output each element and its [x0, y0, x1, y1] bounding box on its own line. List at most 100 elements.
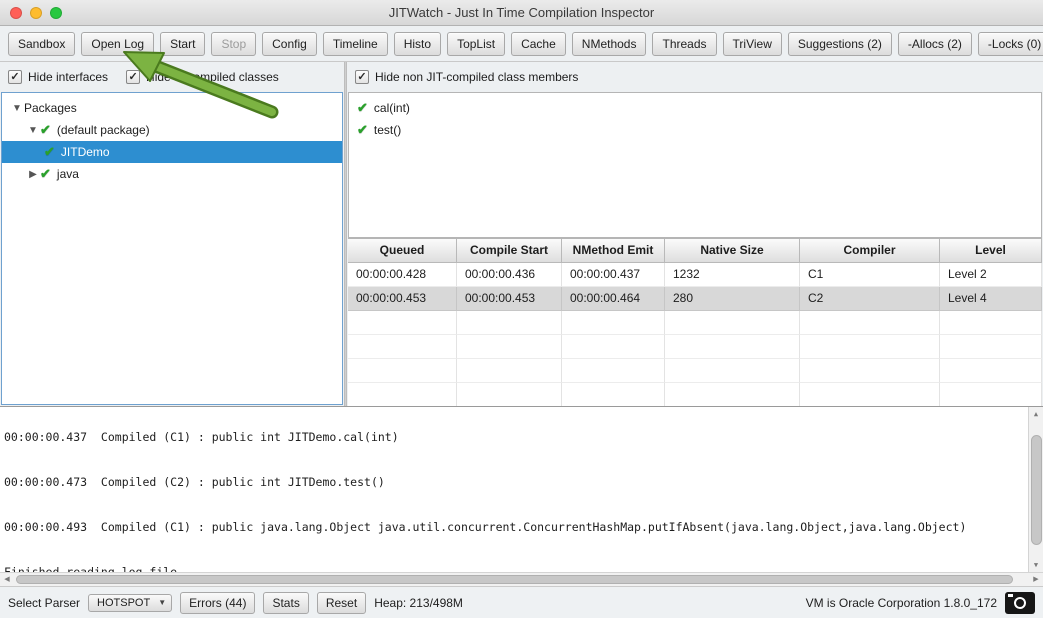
open-log-button[interactable]: Open Log — [81, 32, 154, 56]
screenshot-camera-button[interactable] — [1005, 592, 1035, 614]
cell-native-size: 280 — [665, 287, 800, 311]
threads-button[interactable]: Threads — [652, 32, 716, 56]
cell-compiler: C1 — [800, 263, 940, 287]
suggestions-button[interactable]: Suggestions (2) — [788, 32, 892, 56]
table-empty-row — [348, 359, 1042, 383]
compiled-check-icon: ✔ — [40, 122, 51, 138]
hide-interfaces-checkbox[interactable]: ✓ Hide interfaces — [8, 70, 108, 84]
vertical-scrollbar[interactable]: ▲ ▼ — [1028, 407, 1043, 572]
scroll-left-icon[interactable]: ◀ — [0, 573, 14, 586]
compiled-check-icon: ✔ — [357, 100, 368, 116]
timeline-button[interactable]: Timeline — [323, 32, 388, 56]
column-header-level[interactable]: Level — [940, 239, 1042, 263]
package-tree[interactable]: ▼ Packages ▼ ✔ (default package) ✔ JITDe… — [1, 92, 343, 405]
vm-info-label: VM is Oracle Corporation 1.8.0_172 — [806, 596, 997, 610]
scroll-down-icon[interactable]: ▼ — [1029, 558, 1043, 572]
close-window-button[interactable] — [10, 7, 22, 19]
status-bar: Select Parser HOTSPOT ▼ Errors (44) Stat… — [0, 586, 1043, 618]
hide-non-jit-label: Hide non JIT-compiled class members — [375, 70, 578, 84]
cell-level: Level 4 — [940, 287, 1042, 311]
tree-item-packages[interactable]: ▼ Packages — [2, 97, 342, 119]
compilations-table: Queued Compile Start NMethod Emit Native… — [348, 238, 1042, 406]
reset-button[interactable]: Reset — [317, 592, 366, 614]
cache-button[interactable]: Cache — [511, 32, 566, 56]
scroll-up-icon[interactable]: ▲ — [1029, 407, 1043, 421]
tree-item-jitdemo[interactable]: ✔ JITDemo — [2, 141, 342, 163]
table-empty-row — [348, 383, 1042, 407]
tree-item-java[interactable]: ▶ ✔ java — [2, 163, 342, 185]
tree-item-label: JITDemo — [61, 145, 110, 159]
member-filter-strip: ✓ Hide non JIT-compiled class members — [347, 62, 1043, 92]
tree-item-label: (default package) — [57, 123, 150, 137]
horizontal-scrollbar[interactable]: ◀ ▶ — [0, 572, 1043, 586]
cell-queued: 00:00:00.453 — [348, 287, 457, 311]
expand-icon[interactable]: ▶ — [26, 169, 40, 180]
vertical-scroll-thumb[interactable] — [1031, 435, 1042, 545]
tree-item-label: java — [57, 167, 79, 181]
column-header-queued[interactable]: Queued — [348, 239, 457, 263]
chevron-down-icon: ▼ — [158, 598, 166, 607]
stop-button: Stop — [211, 32, 256, 56]
member-label: test() — [374, 123, 401, 137]
cell-compile-start: 00:00:00.436 — [457, 263, 562, 287]
cell-compile-start: 00:00:00.453 — [457, 287, 562, 311]
collapse-icon[interactable]: ▼ — [10, 103, 24, 114]
main-area: ✓ Hide interfaces ✓ Hide uncompiled clas… — [0, 62, 1043, 406]
checkbox-checked-icon[interactable]: ✓ — [126, 70, 140, 84]
hide-non-jit-checkbox[interactable]: ✓ Hide non JIT-compiled class members — [355, 70, 578, 84]
column-header-compile-start[interactable]: Compile Start — [457, 239, 562, 263]
camera-flash-icon — [1008, 594, 1013, 597]
collapse-icon[interactable]: ▼ — [26, 125, 40, 136]
window-title: JITWatch - Just In Time Compilation Insp… — [389, 5, 654, 20]
checkbox-checked-icon[interactable]: ✓ — [355, 70, 369, 84]
nmethods-button[interactable]: NMethods — [572, 32, 647, 56]
hide-interfaces-label: Hide interfaces — [28, 70, 108, 84]
table-row[interactable]: 00:00:00.428 00:00:00.436 00:00:00.437 1… — [348, 263, 1042, 287]
compiled-check-icon: ✔ — [40, 166, 51, 182]
member-item-cal[interactable]: ✔ cal(int) — [349, 97, 1041, 119]
log-line: 00:00:00.437 Compiled (C1) : public int … — [4, 430, 1025, 445]
allocs-button[interactable]: -Allocs (2) — [898, 32, 972, 56]
parser-value: HOTSPOT — [97, 597, 150, 609]
minimize-window-button[interactable] — [30, 7, 42, 19]
cell-nmethod-emit: 00:00:00.437 — [562, 263, 665, 287]
horizontal-scroll-thumb[interactable] — [16, 575, 1013, 584]
table-row[interactable]: 00:00:00.453 00:00:00.453 00:00:00.464 2… — [348, 287, 1042, 311]
class-tree-panel: ✓ Hide interfaces ✓ Hide uncompiled clas… — [0, 62, 344, 406]
table-empty-row — [348, 311, 1042, 335]
cell-queued: 00:00:00.428 — [348, 263, 457, 287]
triview-button[interactable]: TriView — [723, 32, 782, 56]
column-header-compiler[interactable]: Compiler — [800, 239, 940, 263]
titlebar: JITWatch - Just In Time Compilation Insp… — [0, 0, 1043, 26]
sandbox-button[interactable]: Sandbox — [8, 32, 75, 56]
camera-lens-icon — [1014, 597, 1026, 609]
start-button[interactable]: Start — [160, 32, 205, 56]
cell-compiler: C2 — [800, 287, 940, 311]
tree-filter-strip: ✓ Hide interfaces ✓ Hide uncompiled clas… — [0, 62, 344, 92]
locks-button[interactable]: -Locks (0) — [978, 32, 1043, 56]
member-item-test[interactable]: ✔ test() — [349, 119, 1041, 141]
log-line: Finished reading log file. — [4, 565, 1025, 572]
toolbar: Sandbox Open Log Start Stop Config Timel… — [0, 26, 1043, 62]
tree-item-label: Packages — [24, 101, 77, 115]
column-header-nmethod-emit[interactable]: NMethod Emit — [562, 239, 665, 263]
scroll-right-icon[interactable]: ▶ — [1029, 573, 1043, 586]
zoom-window-button[interactable] — [50, 7, 62, 19]
errors-button[interactable]: Errors (44) — [180, 592, 255, 614]
checkbox-checked-icon[interactable]: ✓ — [8, 70, 22, 84]
stats-button[interactable]: Stats — [263, 592, 308, 614]
hide-uncompiled-checkbox[interactable]: ✓ Hide uncompiled classes — [126, 70, 279, 84]
config-button[interactable]: Config — [262, 32, 317, 56]
table-header-row: Queued Compile Start NMethod Emit Native… — [348, 239, 1042, 263]
compiled-check-icon: ✔ — [357, 122, 368, 138]
heap-label: Heap: 213/498M — [374, 596, 463, 610]
histo-button[interactable]: Histo — [394, 32, 441, 56]
cell-nmethod-emit: 00:00:00.464 — [562, 287, 665, 311]
select-parser-label: Select Parser — [8, 596, 80, 610]
member-list[interactable]: ✔ cal(int) ✔ test() — [348, 92, 1042, 238]
toplist-button[interactable]: TopList — [447, 32, 505, 56]
parser-dropdown[interactable]: HOTSPOT ▼ — [88, 594, 172, 612]
column-header-native-size[interactable]: Native Size — [665, 239, 800, 263]
tree-item-default-package[interactable]: ▼ ✔ (default package) — [2, 119, 342, 141]
log-output[interactable]: 00:00:00.437 Compiled (C1) : public int … — [0, 406, 1043, 572]
